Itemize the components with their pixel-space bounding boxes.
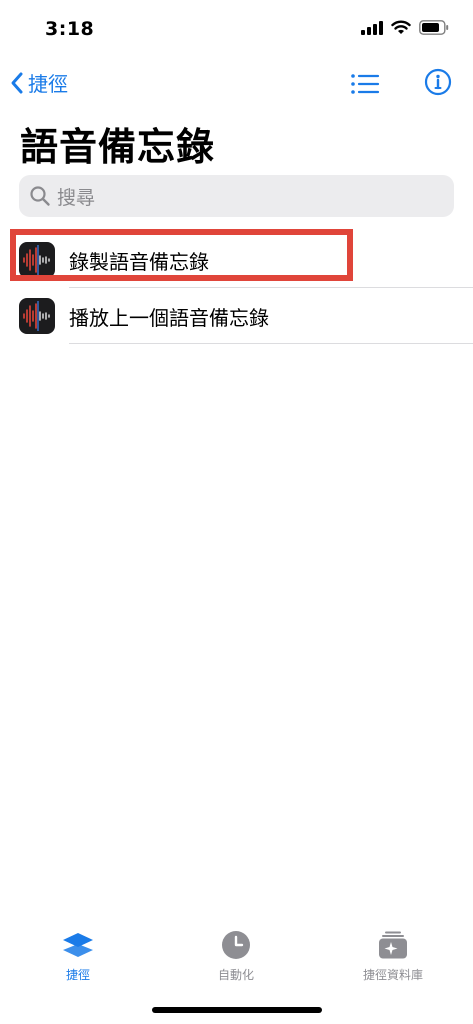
- tab-shortcuts[interactable]: 捷徑: [18, 930, 138, 983]
- tab-label: 捷徑: [65, 968, 90, 982]
- action-row-play-last[interactable]: 播放上一個語音備忘錄: [0, 288, 473, 344]
- search-field[interactable]: 搜尋: [19, 175, 454, 217]
- action-label: 播放上一個語音備忘錄: [69, 305, 269, 330]
- voice-memos-icon: [19, 298, 55, 334]
- clock-icon: [222, 931, 250, 959]
- tab-automation[interactable]: 自動化: [176, 930, 296, 983]
- gallery-icon: [379, 931, 407, 959]
- tab-gallery[interactable]: 捷徑資料庫: [333, 930, 453, 983]
- battery-icon: [419, 20, 449, 35]
- tab-label: 自動化: [217, 968, 254, 982]
- voice-memos-icon: [19, 242, 55, 278]
- list-icon: [351, 74, 380, 94]
- list-view-button[interactable]: [350, 70, 380, 98]
- search-icon: [30, 186, 50, 206]
- status-time: 3:18: [45, 18, 95, 40]
- layers-icon: [63, 933, 93, 957]
- row-divider: [69, 343, 473, 344]
- chevron-left-icon: [11, 72, 23, 93]
- action-row-record[interactable]: 錄製語音備忘錄: [0, 232, 473, 288]
- cellular-signal-icon: [361, 20, 383, 35]
- search-placeholder: 搜尋: [57, 186, 96, 209]
- status-icons: [361, 20, 449, 35]
- navigation-bar: 捷徑: [0, 60, 473, 108]
- wifi-icon: [391, 20, 411, 34]
- status-bar: 3:18: [0, 0, 473, 56]
- page-title: 語音備忘錄: [20, 125, 216, 169]
- action-label: 錄製語音備忘錄: [69, 249, 209, 274]
- home-indicator: [152, 1007, 322, 1013]
- back-button[interactable]: 捷徑: [10, 68, 68, 97]
- info-circle-icon: [424, 68, 452, 96]
- info-button[interactable]: [424, 68, 452, 96]
- back-label: 捷徑: [28, 72, 68, 96]
- action-list: 錄製語音備忘錄 播放上一個語音備忘錄: [0, 232, 473, 344]
- tab-label: 捷徑資料庫: [362, 968, 423, 982]
